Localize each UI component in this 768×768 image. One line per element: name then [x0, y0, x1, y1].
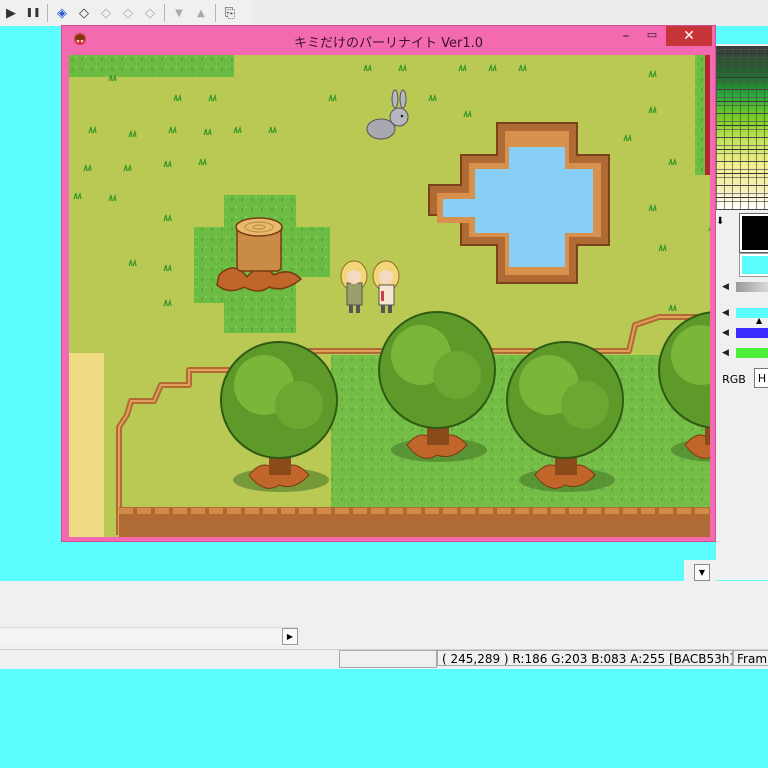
slider-left-arrow-icon[interactable]: ◀ [722, 348, 729, 358]
toolbar-separator [47, 4, 48, 22]
minimize-button[interactable]: – [614, 26, 638, 46]
toolbar-empty-area [252, 0, 768, 26]
game-map [69, 55, 710, 537]
close-button[interactable]: ✕ [666, 26, 712, 46]
color-palette[interactable] [716, 46, 768, 210]
game-window[interactable]: キミだけのパーリナイト Ver1.0 – ▭ ✕ [61, 25, 716, 542]
layer-settings-icon[interactable]: ◇ [139, 2, 161, 24]
toolbar-separator [215, 4, 216, 22]
slider-left-arrow-icon[interactable]: ◀ [722, 328, 729, 338]
layer-icon[interactable]: ◇ [73, 2, 95, 24]
pause-icon[interactable]: ❚❚ [22, 2, 44, 24]
red-channel-bar[interactable] [736, 308, 768, 318]
toolbar: ▶ ❚❚ ◈ ◇ ◇ ◇ ◇ ▼ ▲ ⎘ [0, 0, 252, 27]
properties-panel [300, 581, 768, 649]
arrow-up-icon[interactable]: ▲ [190, 2, 212, 24]
play-icon[interactable]: ▶ [0, 2, 22, 24]
alpha-slider[interactable] [736, 282, 768, 292]
foreground-color-swatch[interactable] [739, 213, 768, 253]
grass-patch [69, 55, 234, 77]
layer-delete-icon[interactable]: ◇ [95, 2, 117, 24]
status-color-readout: ( 245,289 ) R:186 G:203 B:083 A:255 [BAC… [437, 650, 733, 666]
tab-rgb[interactable]: RGB [716, 370, 752, 388]
export-icon[interactable]: ⎘ [219, 2, 241, 24]
slider-left-arrow-icon[interactable]: ◀ [722, 308, 729, 318]
layer-star-icon[interactable]: ◇ [117, 2, 139, 24]
slider-thumb-icon[interactable]: ▲ [756, 316, 762, 325]
layer-add-icon[interactable]: ◈ [51, 2, 73, 24]
toolbar-separator [164, 4, 165, 22]
slider-left-arrow-icon[interactable]: ◀ [722, 282, 729, 292]
game-screen[interactable] [69, 55, 710, 537]
status-frame: Fram [733, 650, 768, 666]
blue-channel-bar[interactable] [736, 348, 768, 358]
green-channel-bar[interactable] [736, 328, 768, 338]
horizontal-scrollbar[interactable] [0, 627, 298, 646]
background-color-swatch[interactable] [739, 253, 768, 277]
swap-colors-icon[interactable]: ⬇ [716, 216, 724, 227]
tab-h[interactable]: H [754, 368, 768, 388]
scroll-right-button[interactable]: ▶ [282, 628, 298, 645]
color-panel-lower [716, 394, 768, 580]
status-empty-cell [339, 650, 437, 668]
game-window-titlebar[interactable]: キミだけのパーリナイト Ver1.0 – ▭ ✕ [62, 26, 715, 54]
arrow-down-icon[interactable]: ▼ [168, 2, 190, 24]
scroll-down-button[interactable]: ▼ [694, 564, 710, 581]
maximize-button[interactable]: ▭ [640, 26, 664, 46]
sand-path [69, 353, 104, 537]
